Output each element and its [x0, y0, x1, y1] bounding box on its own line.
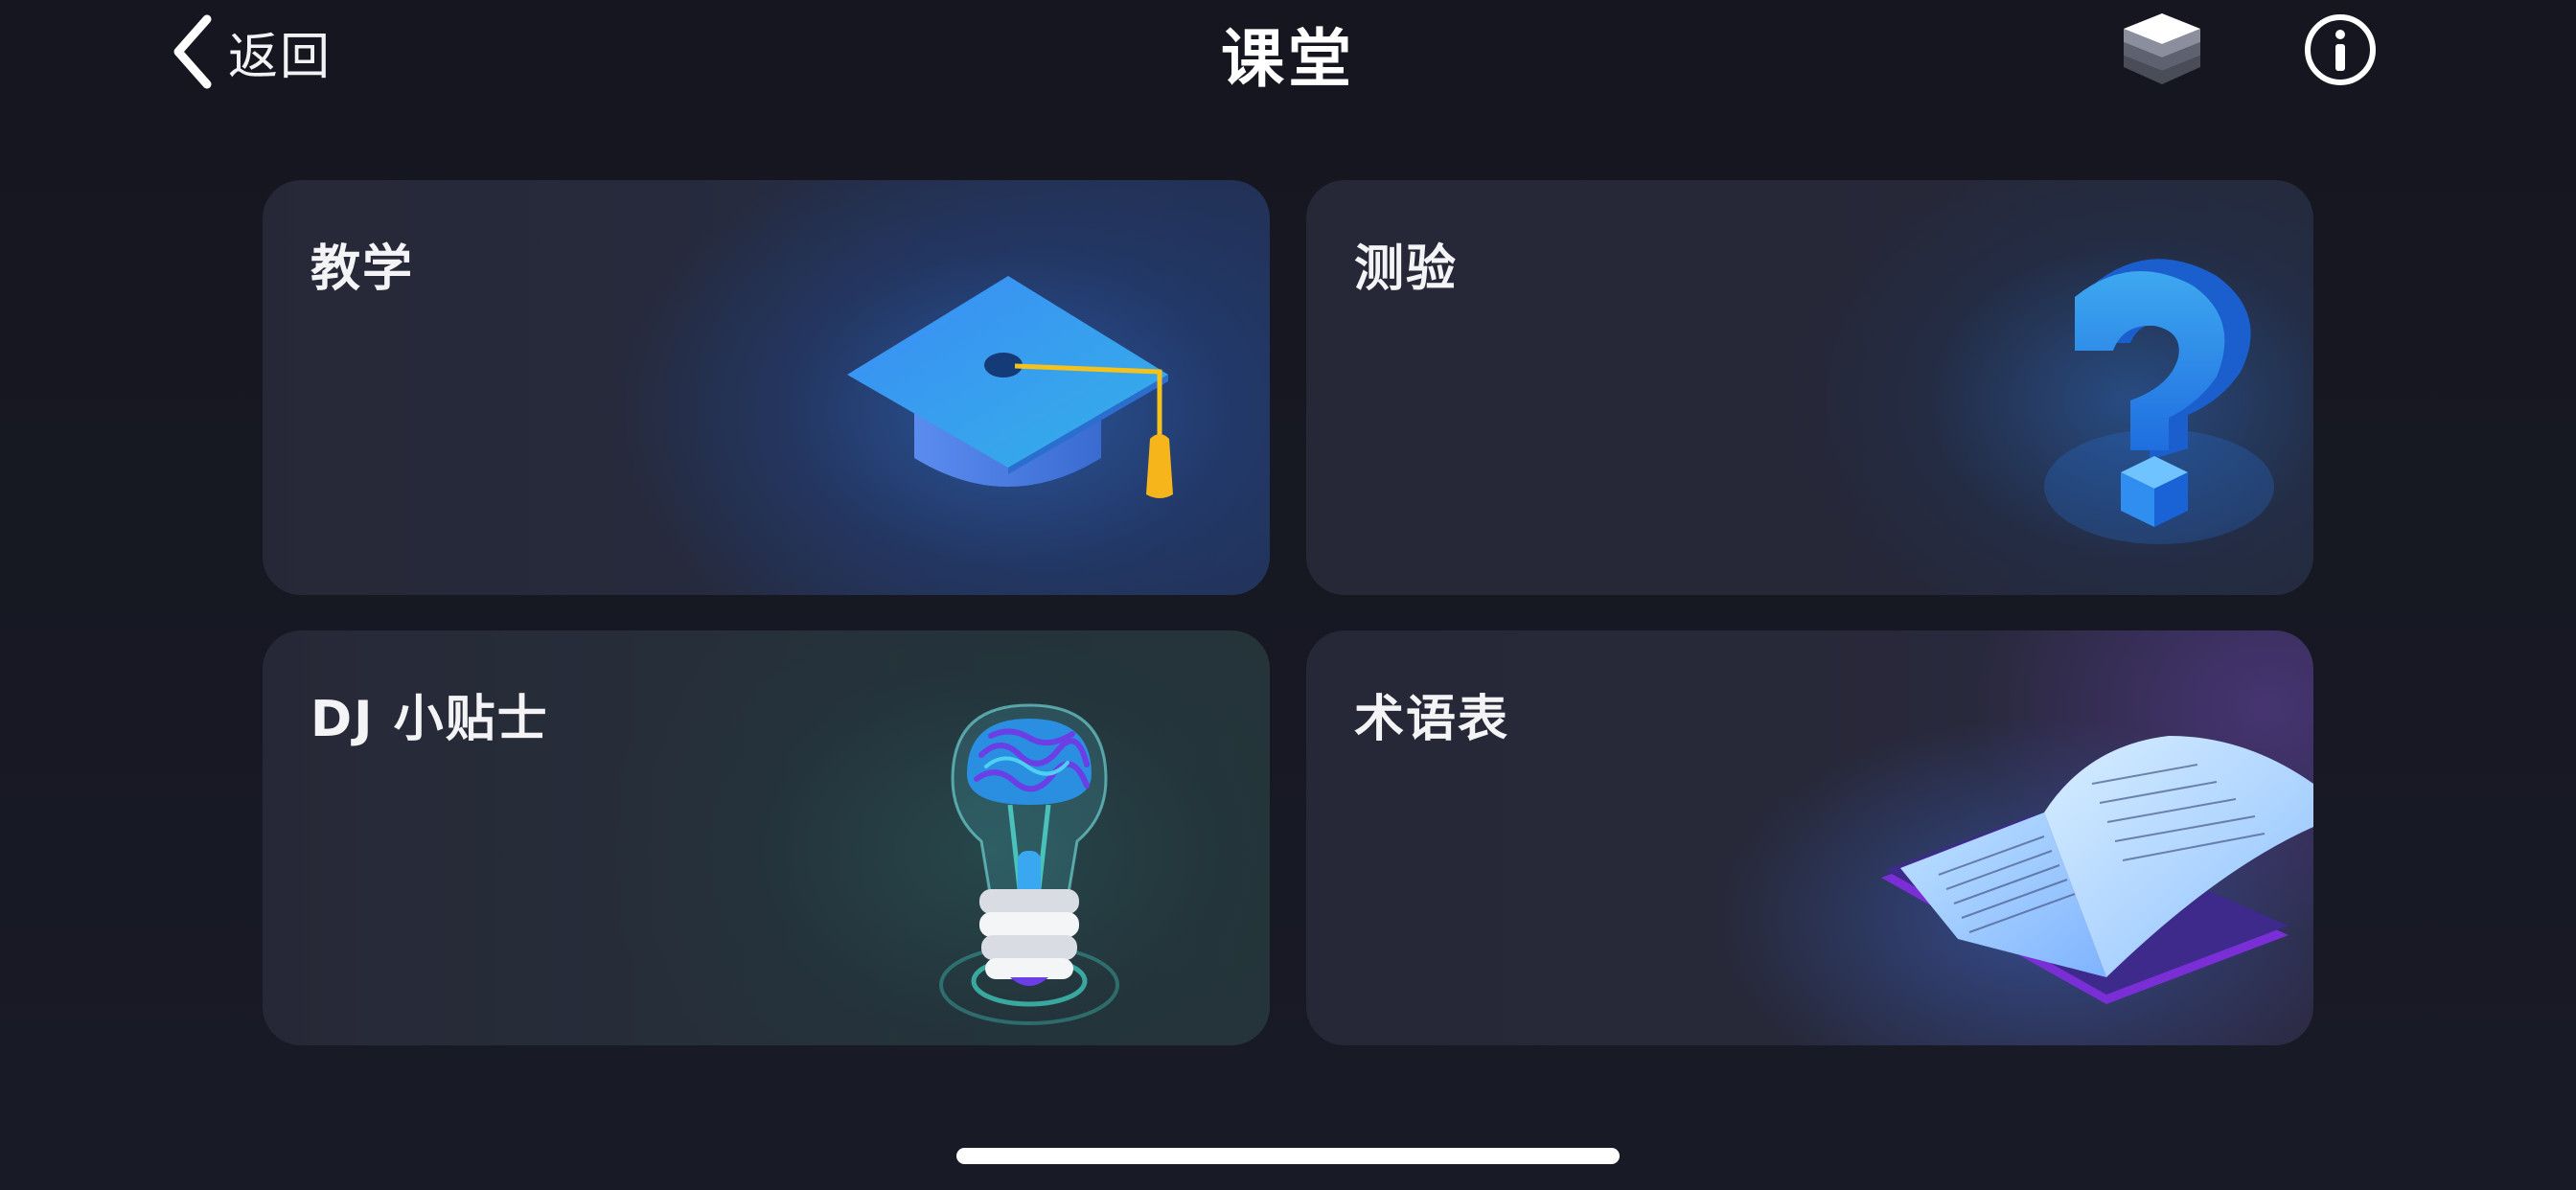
card-dj-tips-title: DJ 小贴士	[310, 691, 549, 748]
chevron-left-icon	[173, 14, 212, 89]
card-teaching[interactable]: 教学	[263, 180, 1270, 595]
home-indicator	[956, 1148, 1620, 1164]
card-quiz-title: 测验	[1354, 240, 1459, 298]
card-glossary[interactable]: 术语表	[1306, 630, 2313, 1045]
info-icon[interactable]	[2304, 13, 2377, 86]
back-label: 返回	[228, 28, 333, 86]
lightbulb-brain-icon	[939, 703, 1119, 1025]
back-button[interactable]: 返回	[171, 13, 332, 90]
graduation-cap-icon	[847, 276, 1173, 498]
question-mark-icon	[2044, 259, 2274, 544]
layers-icon[interactable]	[2118, 8, 2206, 90]
card-teaching-title: 教学	[310, 240, 415, 298]
classroom-screen: 返回 课堂 教学 测验 DJ 小贴士 术语表	[0, 0, 2576, 1190]
card-glossary-title: 术语表	[1354, 691, 1510, 748]
open-book-icon	[1881, 736, 2313, 1004]
card-dj-tips[interactable]: DJ 小贴士	[263, 630, 1270, 1045]
card-quiz[interactable]: 测验	[1306, 180, 2313, 595]
